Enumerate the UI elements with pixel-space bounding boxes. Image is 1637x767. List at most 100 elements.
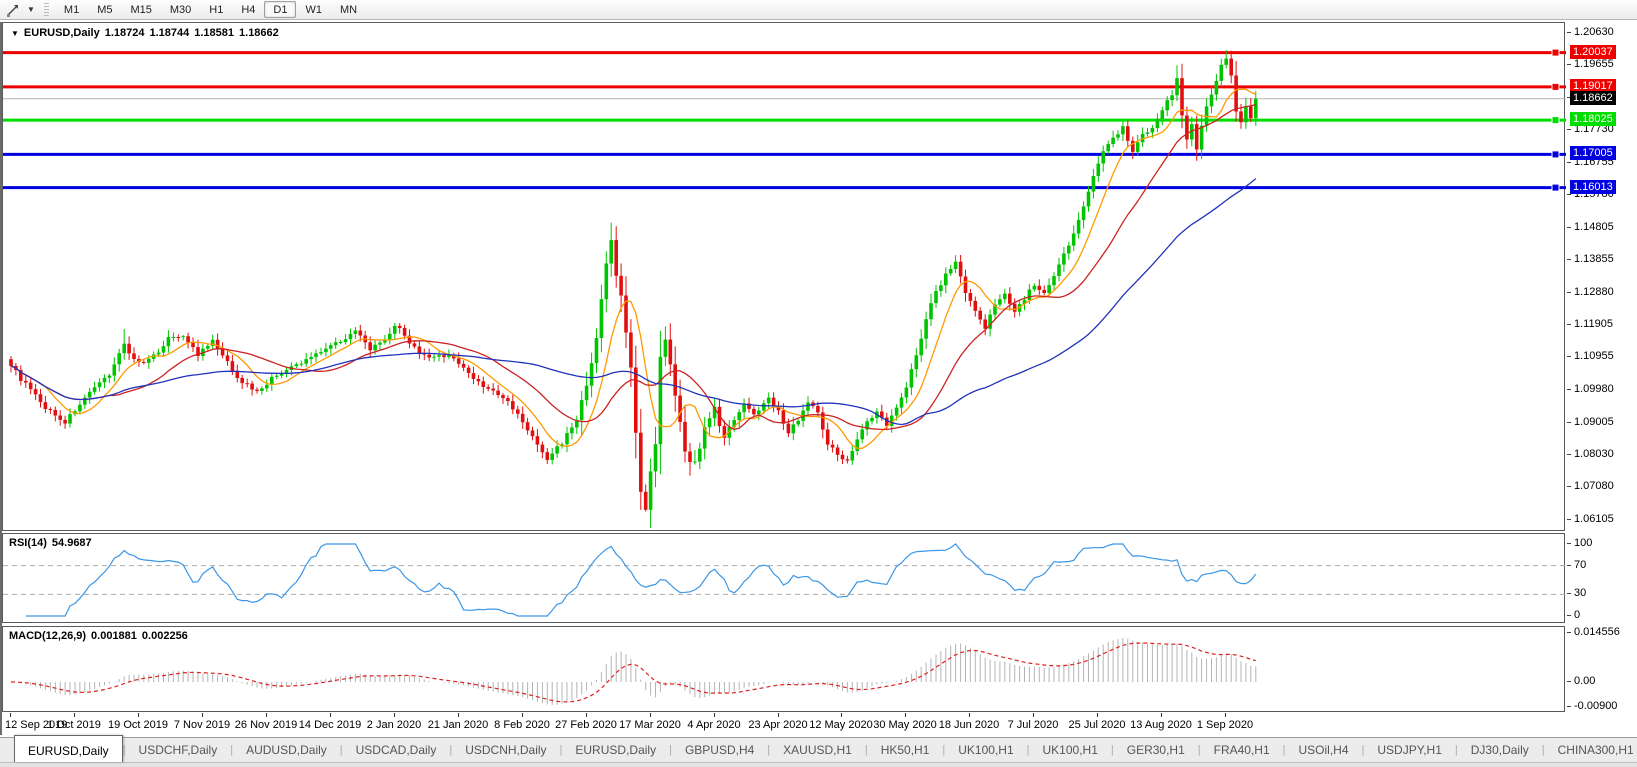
candle: [949, 265, 953, 276]
candle: [595, 328, 599, 373]
timeframe-button-d1[interactable]: D1: [264, 1, 296, 18]
toolbar-gripper[interactable]: [44, 3, 49, 17]
chart-tab-usdchf-daily[interactable]: USDCHF,Daily: [126, 738, 231, 762]
candle: [1072, 225, 1076, 251]
chart-tab-usdcnh-daily[interactable]: USDCNH,Daily: [452, 738, 559, 762]
price-level-line-support[interactable]: [3, 151, 1566, 158]
chart-tab-usdcad-daily[interactable]: USDCAD,Daily: [343, 738, 450, 762]
timeframe-button-h4[interactable]: H4: [232, 1, 264, 18]
chart-tab-xauusd-h1[interactable]: XAUUSD,H1: [770, 738, 865, 762]
candle: [344, 334, 348, 344]
candle: [1067, 242, 1071, 260]
date-tick: [202, 713, 203, 717]
rsi-indicator-pane[interactable]: RSI(14) 54.9687: [2, 533, 1565, 623]
chart-tab-dj30-daily[interactable]: DJ30,Daily: [1458, 738, 1542, 762]
current-price-label: 1.18662: [1570, 91, 1616, 105]
price-tick-label: 1.12880: [1574, 286, 1614, 299]
candle: [821, 407, 825, 439]
candle: [708, 412, 712, 435]
candle: [304, 353, 308, 367]
level-handle[interactable]: [1552, 49, 1559, 56]
rsi-svg[interactable]: [3, 534, 1566, 624]
candle: [1215, 74, 1219, 101]
timeframe-button-m5[interactable]: M5: [88, 1, 121, 18]
chart-tab-usdjpy-h1[interactable]: USDJPY,H1: [1364, 738, 1454, 762]
candle: [639, 409, 643, 510]
candle: [782, 403, 786, 430]
date-axis[interactable]: 12 Sep 20191 Oct 201919 Oct 20197 Nov 20…: [2, 713, 1565, 736]
chart-tab-china300-h1[interactable]: CHINA300,H1: [1545, 738, 1637, 762]
date-tick: [778, 713, 779, 717]
price-level-line-support[interactable]: [3, 117, 1566, 124]
candle: [63, 416, 67, 429]
candle: [1042, 286, 1046, 296]
ohlc-close: 1.18662: [239, 27, 279, 39]
chevron-down-icon[interactable]: ▼: [24, 5, 38, 14]
chart-tab-uk100-h1[interactable]: UK100,H1: [945, 738, 1026, 762]
macd-svg[interactable]: [3, 627, 1566, 713]
chart-tab-eurusd-daily[interactable]: EURUSD,Daily: [562, 738, 669, 762]
ohlc-open: 1.18724: [105, 27, 145, 39]
candle: [1033, 283, 1037, 291]
chart-tab-hk50-h1[interactable]: HK50,H1: [868, 738, 943, 762]
timeframe-button-m15[interactable]: M15: [121, 1, 160, 18]
candle: [905, 382, 909, 403]
chart-tab-audusd-daily[interactable]: AUDUSD,Daily: [233, 738, 340, 762]
timeframe-button-m1[interactable]: M1: [55, 1, 88, 18]
macd-label: MACD(12,26,9) 0.001881 0.002256: [9, 630, 188, 642]
candle: [275, 374, 279, 380]
price-level-line-support[interactable]: [3, 184, 1566, 191]
crosshair-tool-icon[interactable]: [4, 2, 22, 18]
timeframe-button-h1[interactable]: H1: [200, 1, 232, 18]
chart-tab-gbpusd-h4[interactable]: GBPUSD,H4: [672, 738, 767, 762]
candle: [609, 223, 613, 277]
timeframe-button-mn[interactable]: MN: [331, 1, 366, 18]
candle: [1106, 141, 1110, 155]
chevron-down-icon[interactable]: ▼: [11, 29, 19, 38]
price-tick-label: 1.10955: [1574, 350, 1614, 363]
date-tick-label: 7 Nov 2019: [174, 719, 230, 731]
chart-tab-eurusd-daily[interactable]: EURUSD,Daily: [14, 735, 123, 762]
date-tick-label: 30 May 2020: [873, 719, 937, 731]
chart-tab-usoil-h4[interactable]: USOil,H4: [1286, 738, 1362, 762]
candle: [649, 458, 653, 528]
chart-tab-fra40-h1[interactable]: FRA40,H1: [1201, 738, 1283, 762]
candle: [162, 341, 166, 357]
timeframe-button-w1[interactable]: W1: [296, 1, 331, 18]
candle: [531, 427, 535, 441]
chart-tab-bar: EURUSD,Daily|USDCHF,Daily|AUDUSD,Daily|U…: [0, 737, 1637, 762]
date-tick-label: 14 Dec 2019: [299, 719, 361, 731]
price-tick-label: 1.19655: [1574, 58, 1614, 71]
price-tick: [1567, 162, 1571, 163]
level-handle[interactable]: [1552, 83, 1559, 90]
candle: [1244, 98, 1248, 129]
price-chart-pane[interactable]: ▼ EURUSD,Daily 1.18724 1.18744 1.18581 1…: [2, 22, 1565, 531]
candle: [865, 418, 869, 436]
chart-tab-ger30-h1[interactable]: GER30,H1: [1114, 738, 1198, 762]
candle: [255, 387, 259, 393]
candle: [309, 352, 313, 364]
candle: [565, 427, 569, 453]
date-tick: [586, 713, 587, 717]
candle: [767, 393, 771, 410]
level-handle[interactable]: [1552, 184, 1559, 191]
macd-indicator-pane[interactable]: MACD(12,26,9) 0.001881 0.002256: [2, 626, 1565, 712]
candle: [683, 406, 687, 463]
price-level-line-resistance[interactable]: [3, 83, 1566, 90]
timeframe-button-m30[interactable]: M30: [161, 1, 200, 18]
main-chart-svg[interactable]: [3, 23, 1566, 532]
price-level-line-resistance[interactable]: [3, 49, 1566, 56]
price-axis[interactable]: 1.206301.196551.186801.177301.167551.157…: [1567, 22, 1637, 735]
chart-title: ▼ EURUSD,Daily 1.18724 1.18744 1.18581 1…: [11, 27, 279, 39]
candle: [477, 375, 481, 386]
rsi-tick-label: 100: [1574, 537, 1592, 550]
date-tick: [969, 713, 970, 717]
date-tick: [74, 713, 75, 717]
candle: [339, 340, 343, 345]
chart-tab-uk100-h1[interactable]: UK100,H1: [1030, 738, 1111, 762]
level-handle[interactable]: [1552, 151, 1559, 158]
candle: [944, 267, 948, 293]
candle: [491, 383, 495, 395]
level-handle[interactable]: [1552, 117, 1559, 124]
macd-tick-label: 0.00: [1574, 675, 1595, 688]
